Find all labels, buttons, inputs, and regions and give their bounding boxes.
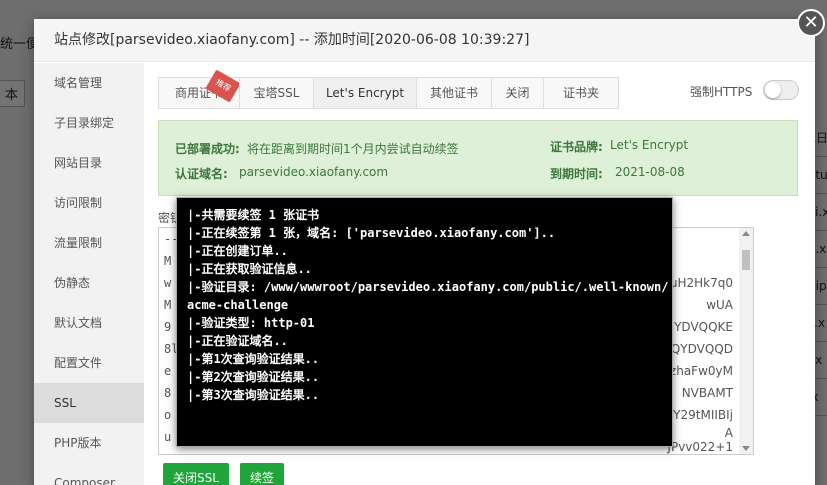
key-line: M <box>164 254 172 268</box>
brand-value: Let's Encrypt <box>610 138 689 152</box>
expire-value: 2021-08-08 <box>615 165 685 179</box>
terminal-line: |-正在获取验证信息.. <box>187 262 312 276</box>
key-line: e <box>164 364 172 378</box>
key-line: QYDVQQD <box>670 342 733 356</box>
key-scrollbar[interactable] <box>739 228 753 454</box>
domain-value: parsevideo.xiaofany.com <box>239 165 389 179</box>
ssl-tabs: 商用证书 推荐 宝塔SSL Let's Encrypt 其他证书 关闭 证书夹 <box>158 69 620 109</box>
key-line: JPvv022+1 <box>667 440 733 454</box>
key-line: w <box>164 276 172 290</box>
key-line: NVBAMT <box>681 386 733 400</box>
deployed-value: 将在距离到期时间1个月内尝试自动续签 <box>247 142 459 156</box>
key-line: o <box>164 408 172 422</box>
key-line: M <box>164 298 172 312</box>
sidebar-item-composer[interactable]: Composer <box>34 463 144 485</box>
key-line: zhaFw0yM <box>669 364 733 378</box>
cert-info-box: 已部署成功: 将在距离到期时间1个月内尝试自动续签 认证域名: parsevid… <box>158 120 798 196</box>
scroll-thumb[interactable] <box>742 250 750 270</box>
scroll-up-arrow-icon[interactable] <box>742 231 750 236</box>
terminal-line: |-验证目录: /www/wwwroot/parsevideo.xiaofany… <box>187 280 669 294</box>
key-line: 8 <box>164 386 172 400</box>
tab-other-cert[interactable]: 其他证书 <box>416 77 492 109</box>
toggle-knob <box>765 82 781 98</box>
scroll-down-arrow-icon[interactable] <box>742 446 750 451</box>
sidebar-menu: 域名管理 子目录绑定 网站目录 访问限制 流量限制 伪静态 默认文档 配置文件 … <box>34 63 144 485</box>
sidebar-item-default-doc[interactable]: 默认文档 <box>34 303 144 343</box>
tab-commercial-cert[interactable]: 商用证书 推荐 <box>158 69 241 109</box>
tab-lets-encrypt[interactable]: Let's Encrypt <box>313 77 417 109</box>
terminal-line: |-第2次查询验证结果.. <box>187 370 320 384</box>
terminal-line: |-验证类型: http-01 <box>187 316 315 330</box>
renew-button[interactable]: 续签 <box>240 463 285 485</box>
key-line: A <box>724 426 733 440</box>
sidebar-item-ssl[interactable]: SSL <box>34 383 144 423</box>
key-line: YDVQQKE <box>674 320 733 334</box>
key-line: Y29tMIIBIj <box>673 408 733 422</box>
terminal-line: |-第1次查询验证结果.. <box>187 352 320 366</box>
close-icon[interactable]: ✕ <box>797 9 825 37</box>
tab-close[interactable]: 关闭 <box>491 77 544 109</box>
terminal-line: |-正在续签第 1 张，域名: ['parsevideo.xiaofany.co… <box>187 226 556 240</box>
key-line: 9 <box>164 320 172 334</box>
key-line: wUA <box>706 298 733 312</box>
tab-cert-folder[interactable]: 证书夹 <box>543 77 619 109</box>
deployed-label: 已部署成功: <box>175 142 240 156</box>
domain-label: 认证域名: <box>175 167 228 181</box>
close-ssl-button[interactable]: 关闭SSL <box>163 463 229 485</box>
brand-label: 证书品牌: <box>550 140 603 154</box>
force-https-toggle[interactable] <box>763 80 799 100</box>
renew-log-terminal: |-共需要续签 1 张证书 |-正在续签第 1 张，域名: ['parsevid… <box>176 197 673 447</box>
sidebar-item-access-limit[interactable]: 访问限制 <box>34 183 144 223</box>
sidebar-item-site-dir[interactable]: 网站目录 <box>34 143 144 183</box>
sidebar-item-rewrite[interactable]: 伪静态 <box>34 263 144 303</box>
expire-label: 到期时间: <box>550 167 603 181</box>
key-line: uH2Hk7q0 <box>669 276 733 290</box>
terminal-line: |-正在创建订单.. <box>187 244 288 258</box>
terminal-line: |-正在验证域名.. <box>187 334 288 348</box>
key-line: u <box>164 430 172 444</box>
terminal-line: acme-challenge <box>187 298 289 312</box>
terminal-line: |-共需要续签 1 张证书 <box>187 208 320 222</box>
sidebar-item-domain[interactable]: 域名管理 <box>34 63 144 103</box>
sidebar-item-traffic-limit[interactable]: 流量限制 <box>34 223 144 263</box>
sidebar-item-config[interactable]: 配置文件 <box>34 343 144 383</box>
tab-bt-ssl[interactable]: 宝塔SSL <box>239 77 314 109</box>
sidebar-item-subdir[interactable]: 子目录绑定 <box>34 103 144 143</box>
sidebar-item-php-version[interactable]: PHP版本 <box>34 423 144 463</box>
terminal-lines: |-共需要续签 1 张证书 |-正在续签第 1 张，域名: ['parsevid… <box>187 206 668 404</box>
dialog-title: 站点修改[parsevideo.xiaofany.com] -- 添加时间[20… <box>34 19 815 62</box>
terminal-line: |-第3次查询验证结果.. <box>187 388 320 402</box>
force-https-label: 强制HTTPS <box>690 85 753 99</box>
